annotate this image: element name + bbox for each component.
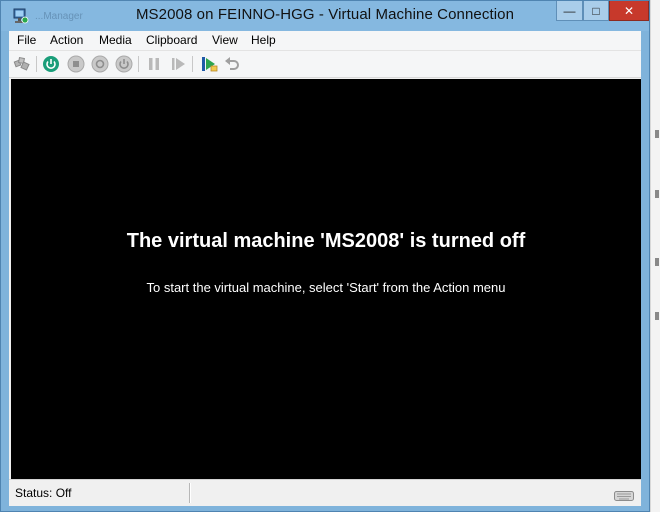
menu-view[interactable]: View: [210, 33, 240, 47]
save-icon[interactable]: [115, 55, 133, 73]
toolbar: [9, 51, 641, 78]
background-mark: [655, 190, 659, 198]
vm-start-hint: To start the virtual machine, select 'St…: [146, 280, 506, 295]
vm-display[interactable]: The virtual machine 'MS2008' is turned o…: [11, 79, 641, 479]
close-button[interactable]: ✕: [609, 1, 649, 21]
background-mark: [655, 130, 659, 138]
menu-help[interactable]: Help: [249, 33, 278, 47]
window-client-area: File Action Media Clipboard View Help Th…: [9, 31, 641, 506]
toolbar-separator: [36, 56, 37, 72]
snapshot-icon[interactable]: [200, 55, 218, 73]
background-window-edge: [650, 0, 660, 512]
menu-media[interactable]: Media: [97, 33, 134, 47]
ctrl-alt-del-icon[interactable]: [13, 55, 31, 73]
shut-down-icon[interactable]: [91, 55, 109, 73]
pause-icon[interactable]: [145, 55, 163, 73]
start-icon[interactable]: [42, 55, 60, 73]
status-separator: [189, 483, 191, 503]
window-title: MS2008 on FEINNO-HGG - Virtual Machine C…: [135, 6, 515, 23]
menu-file[interactable]: File: [15, 33, 38, 47]
maximize-button[interactable]: □: [583, 1, 609, 21]
revert-icon[interactable]: [223, 55, 241, 73]
turn-off-icon[interactable]: [67, 55, 85, 73]
menu-bar: File Action Media Clipboard View Help: [9, 31, 641, 51]
resume-icon[interactable]: [169, 55, 187, 73]
background-mark: [655, 312, 659, 320]
status-bar: Status: Off: [9, 479, 641, 506]
background-mark: [655, 258, 659, 266]
vm-off-message: The virtual machine 'MS2008' is turned o…: [126, 230, 526, 252]
keyboard-icon: [614, 491, 634, 501]
menu-clipboard[interactable]: Clipboard: [144, 33, 199, 47]
status-text: Status: Off: [15, 486, 72, 500]
minimize-button[interactable]: —: [556, 1, 583, 21]
title-bar[interactable]: ...Manager MS2008 on FEINNO-HGG - Virtua…: [1, 1, 649, 31]
vm-connection-window: ...Manager MS2008 on FEINNO-HGG - Virtua…: [0, 0, 650, 512]
menu-action[interactable]: Action: [48, 33, 85, 47]
toolbar-separator: [192, 56, 193, 72]
toolbar-separator: [138, 56, 139, 72]
